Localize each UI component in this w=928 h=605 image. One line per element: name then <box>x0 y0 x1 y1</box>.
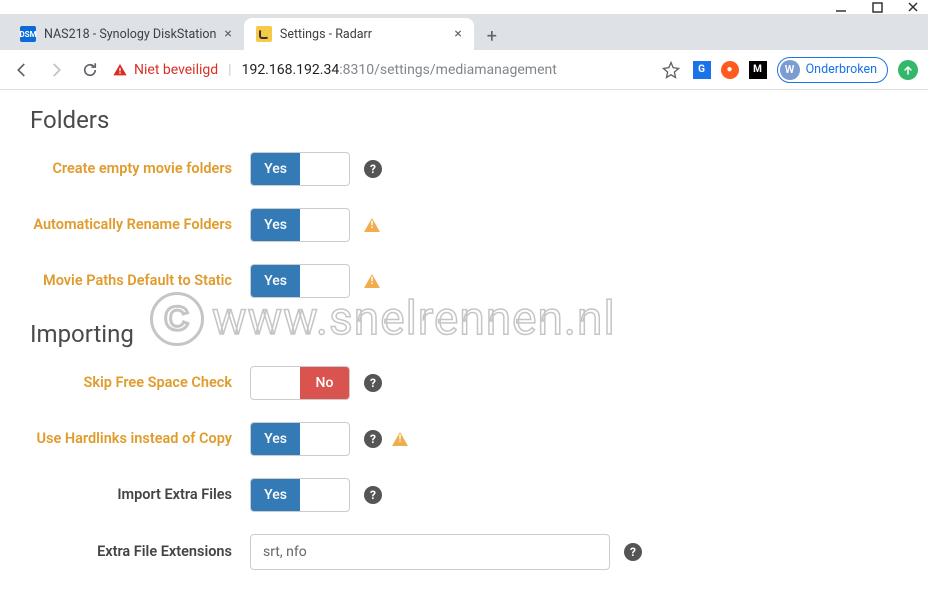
warning-icon[interactable] <box>364 218 380 232</box>
toggle-create-empty-folders[interactable]: Yes No <box>250 152 350 186</box>
row-import-extra-files: Import Extra Files Yes No ? <box>30 478 890 512</box>
toggle-no[interactable]: No <box>300 479 349 511</box>
toggle-use-hardlinks[interactable]: Yes No <box>250 422 350 456</box>
toggle-auto-rename-folders[interactable]: Yes No <box>250 208 350 242</box>
label-paths-default-static: Movie Paths Default to Static <box>30 271 250 291</box>
input-extra-file-extensions[interactable] <box>250 534 610 570</box>
warning-icon[interactable] <box>392 432 408 446</box>
help-icon[interactable]: ? <box>364 160 382 178</box>
help-icon[interactable]: ? <box>364 374 382 392</box>
not-secure-indicator[interactable]: Niet beveiligd <box>112 62 218 78</box>
update-available-icon[interactable] <box>898 60 918 80</box>
toggle-yes[interactable]: Yes <box>251 265 300 297</box>
new-tab-button[interactable]: + <box>478 22 506 50</box>
toggle-yes[interactable]: Yes <box>251 423 300 455</box>
row-create-empty-folders: Create empty movie folders Yes No ? <box>30 152 890 186</box>
toggle-no[interactable]: No <box>300 153 349 185</box>
browser-tabstrip: DSM NAS218 - Synology DiskStation × Sett… <box>0 14 928 50</box>
forward-button[interactable] <box>44 58 68 82</box>
reload-button[interactable] <box>78 58 102 82</box>
not-secure-label: Niet beveiligd <box>134 62 218 78</box>
help-icon[interactable]: ? <box>364 430 382 448</box>
toggle-paths-default-static[interactable]: Yes No <box>250 264 350 298</box>
row-paths-default-static: Movie Paths Default to Static Yes No <box>30 264 890 298</box>
tab-close-icon[interactable]: × <box>224 26 231 42</box>
extension-icon-blue[interactable]: G <box>693 61 711 79</box>
window-titlebar <box>0 0 928 14</box>
browser-tab-radarr[interactable]: Settings - Radarr × <box>244 18 474 50</box>
row-use-hardlinks: Use Hardlinks instead of Copy Yes No ? <box>30 422 890 456</box>
settings-mediamanagement-page: Folders Create empty movie folders Yes N… <box>0 90 920 605</box>
url-text: 192.168.192.34:8310/settings/mediamanage… <box>242 62 557 78</box>
help-icon[interactable]: ? <box>364 486 382 504</box>
toggle-yes[interactable]: Yes <box>251 367 300 399</box>
extension-icon-black-m[interactable]: M <box>749 61 767 79</box>
label-auto-rename-folders: Automatically Rename Folders <box>30 215 250 235</box>
label-skip-free-space: Skip Free Space Check <box>30 373 250 393</box>
row-auto-rename-folders: Automatically Rename Folders Yes No <box>30 208 890 242</box>
bookmark-star-icon[interactable] <box>659 58 683 82</box>
window-close-button[interactable] <box>906 0 920 14</box>
profile-status-label: Onderbroken <box>806 62 877 77</box>
profile-avatar-icon: W <box>780 60 800 80</box>
toggle-no[interactable]: No <box>300 209 349 241</box>
browser-toolbar: Niet beveiligd | 192.168.192.34:8310/set… <box>0 50 928 90</box>
favicon-radarr-icon <box>256 26 272 42</box>
favicon-dsm-icon: DSM <box>20 26 36 42</box>
label-extra-file-extensions: Extra File Extensions <box>30 542 250 562</box>
section-heading-folders: Folders <box>30 106 890 134</box>
warning-triangle-icon <box>112 62 128 78</box>
address-bar[interactable]: Niet beveiligd | 192.168.192.34:8310/set… <box>112 62 649 78</box>
back-button[interactable] <box>10 58 34 82</box>
row-skip-free-space: Skip Free Space Check Yes No ? <box>30 366 890 400</box>
toggle-yes[interactable]: Yes <box>251 153 300 185</box>
tab-close-icon[interactable]: × <box>454 26 461 42</box>
toggle-yes[interactable]: Yes <box>251 479 300 511</box>
row-extra-file-extensions: Extra File Extensions ? <box>30 534 890 570</box>
extension-icon-orange[interactable]: ● <box>721 61 739 79</box>
profile-chip[interactable]: W Onderbroken <box>777 57 888 83</box>
toggle-yes[interactable]: Yes <box>251 209 300 241</box>
label-import-extra-files: Import Extra Files <box>30 485 250 505</box>
label-use-hardlinks: Use Hardlinks instead of Copy <box>30 429 250 449</box>
toggle-no[interactable]: No <box>300 423 349 455</box>
help-icon[interactable]: ? <box>624 543 642 561</box>
window-minimize-button[interactable] <box>834 0 848 14</box>
browser-tab-nas[interactable]: DSM NAS218 - Synology DiskStation × <box>8 18 244 50</box>
page-viewport[interactable]: Folders Create empty movie folders Yes N… <box>0 90 928 605</box>
tab-title: Settings - Radarr <box>280 27 447 42</box>
window-maximize-button[interactable] <box>870 0 884 14</box>
warning-icon[interactable] <box>364 274 380 288</box>
label-create-empty-folders: Create empty movie folders <box>30 159 250 179</box>
toggle-no[interactable]: No <box>300 367 349 399</box>
toggle-skip-free-space[interactable]: Yes No <box>250 366 350 400</box>
toggle-no[interactable]: No <box>300 265 349 297</box>
toggle-import-extra-files[interactable]: Yes No <box>250 478 350 512</box>
tab-title: NAS218 - Synology DiskStation <box>44 27 216 42</box>
section-heading-importing: Importing <box>30 320 890 348</box>
